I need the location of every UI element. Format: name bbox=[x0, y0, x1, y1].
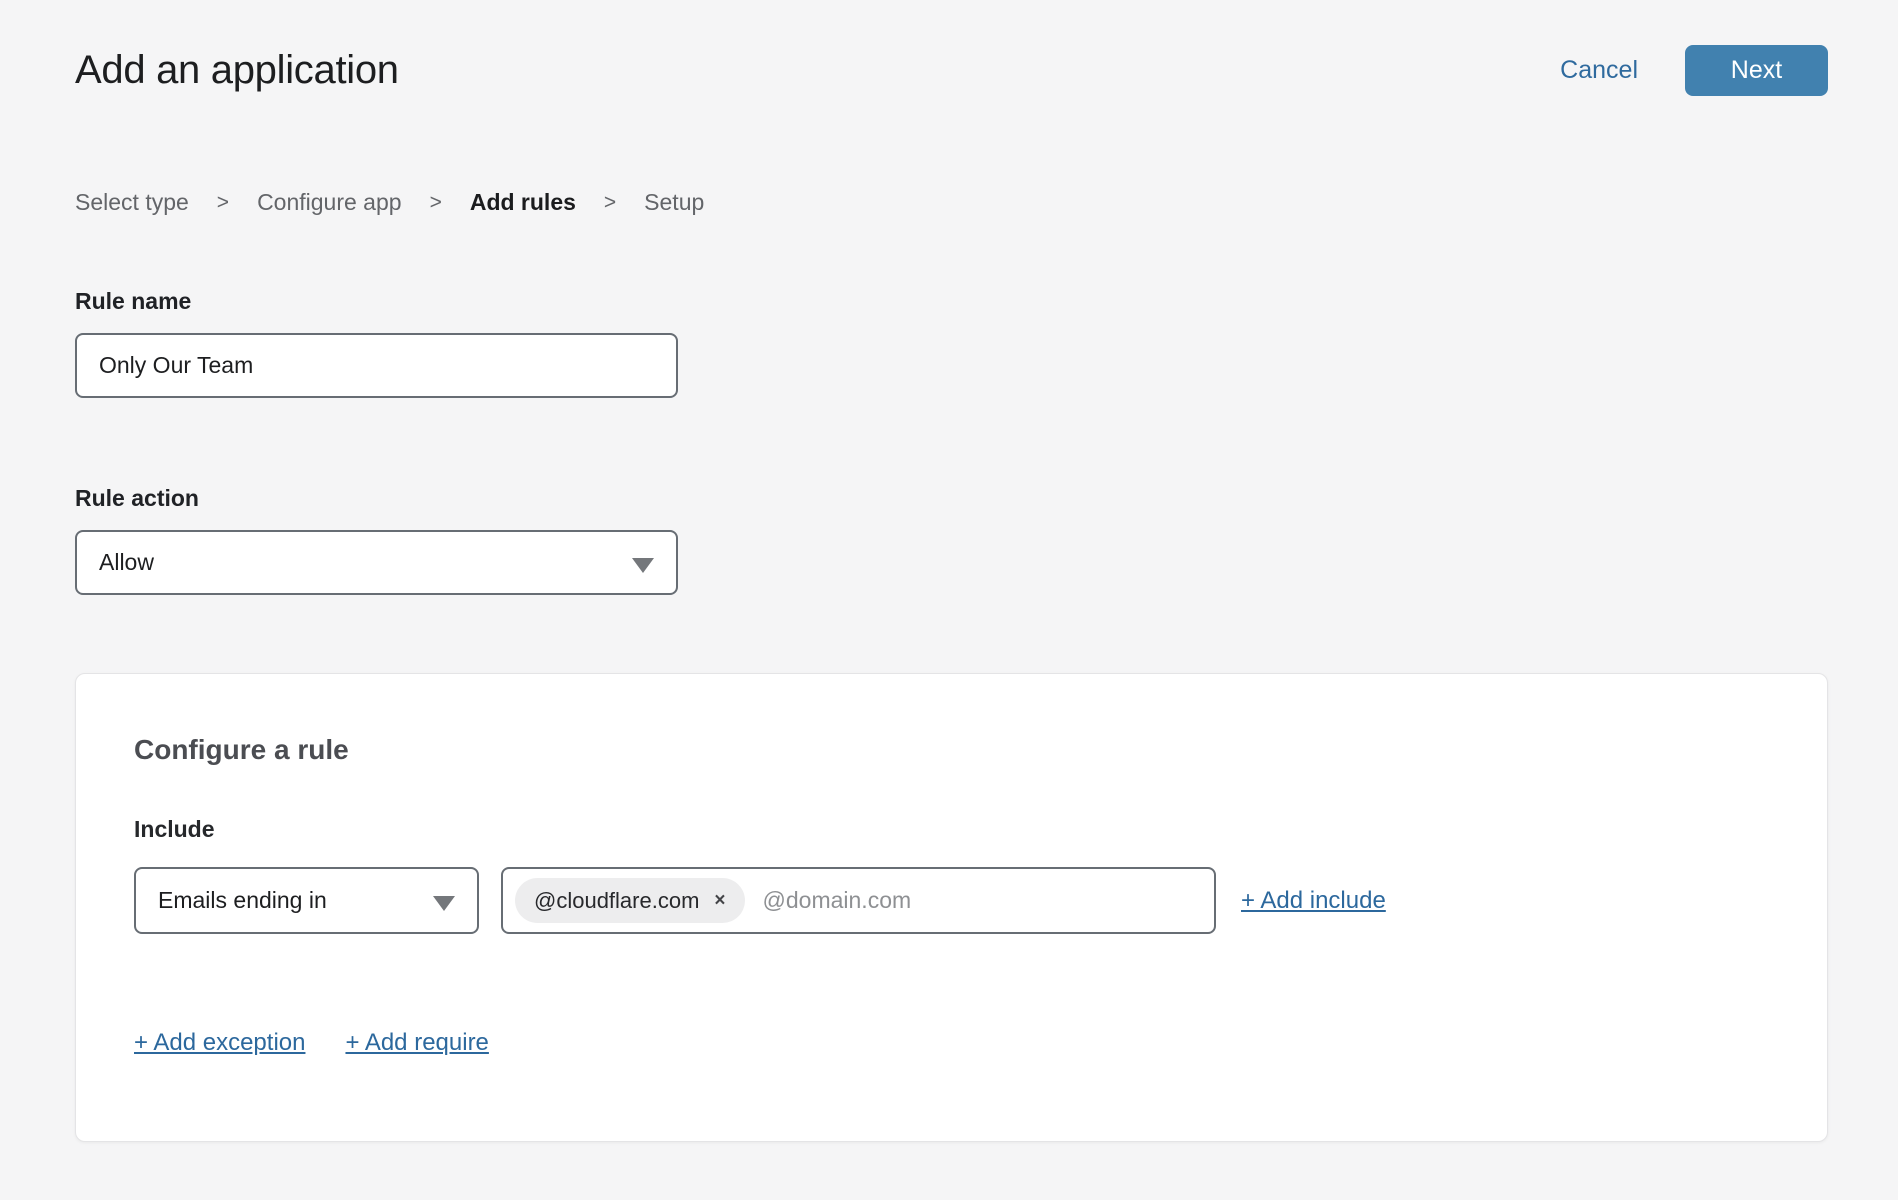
email-domain-chip-text: @cloudflare.com bbox=[534, 888, 699, 914]
include-type-selected-value: Emails ending in bbox=[158, 887, 327, 914]
add-require-link[interactable]: + Add require bbox=[345, 1029, 488, 1057]
breadcrumb-step-select-type[interactable]: Select type bbox=[75, 189, 189, 216]
include-type-select[interactable]: Emails ending in bbox=[134, 867, 479, 934]
email-domain-input[interactable] bbox=[763, 887, 1202, 914]
header-actions: Cancel Next bbox=[1560, 45, 1828, 96]
rule-action-label: Rule action bbox=[75, 485, 1828, 512]
add-exception-link[interactable]: + Add exception bbox=[134, 1029, 305, 1057]
page-header: Add an application Cancel Next bbox=[75, 45, 1828, 96]
email-domain-tag-input[interactable]: @cloudflare.com × bbox=[501, 867, 1216, 934]
breadcrumb-step-add-rules[interactable]: Add rules bbox=[470, 189, 576, 216]
breadcrumb-separator: > bbox=[430, 191, 442, 215]
page-title: Add an application bbox=[75, 48, 399, 93]
breadcrumb: Select type > Configure app > Add rules … bbox=[75, 189, 1828, 216]
configure-rule-card: Configure a rule Include Emails ending i… bbox=[75, 673, 1828, 1142]
breadcrumb-separator: > bbox=[604, 191, 616, 215]
email-domain-chip: @cloudflare.com × bbox=[515, 878, 745, 923]
breadcrumb-separator: > bbox=[217, 191, 229, 215]
add-application-page: Add an application Cancel Next Select ty… bbox=[0, 0, 1898, 1142]
rule-action-selected-value: Allow bbox=[99, 549, 154, 576]
remove-chip-icon[interactable]: × bbox=[714, 891, 725, 910]
configure-rule-title: Configure a rule bbox=[134, 734, 1769, 766]
next-button[interactable]: Next bbox=[1685, 45, 1828, 96]
rule-links-row: + Add exception + Add require bbox=[134, 1029, 1769, 1057]
breadcrumb-step-configure-app[interactable]: Configure app bbox=[257, 189, 402, 216]
include-rule-row: Emails ending in @cloudflare.com × + Add… bbox=[134, 867, 1769, 934]
rule-action-select[interactable]: Allow bbox=[75, 530, 678, 595]
chevron-down-icon bbox=[433, 896, 455, 911]
include-label: Include bbox=[134, 816, 1769, 843]
add-include-link[interactable]: + Add include bbox=[1241, 887, 1386, 915]
rule-name-label: Rule name bbox=[75, 288, 1828, 315]
rule-name-input[interactable] bbox=[75, 333, 678, 398]
breadcrumb-step-setup[interactable]: Setup bbox=[644, 189, 704, 216]
chevron-down-icon bbox=[632, 558, 654, 573]
cancel-button[interactable]: Cancel bbox=[1560, 56, 1638, 85]
